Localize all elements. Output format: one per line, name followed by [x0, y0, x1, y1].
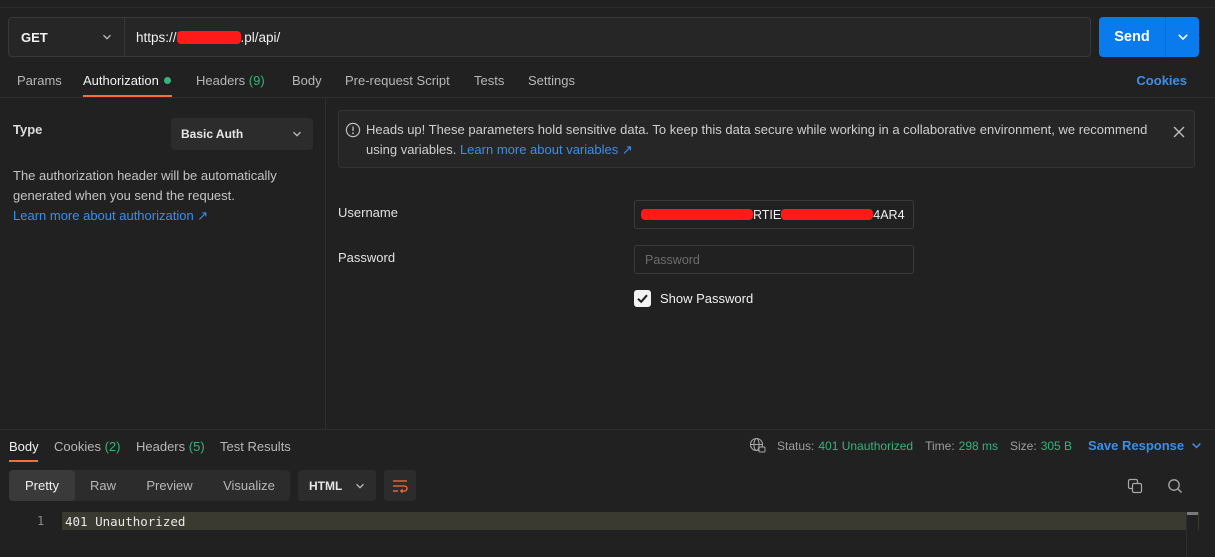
view-raw[interactable]: Raw [75, 470, 131, 501]
show-password-checkbox[interactable] [634, 290, 651, 307]
send-button-group: Send [1099, 17, 1199, 57]
view-pretty[interactable]: Pretty [9, 470, 75, 501]
info-icon [345, 122, 361, 138]
auth-description-text: The authorization header will be automat… [13, 168, 277, 203]
response-tab-body[interactable]: Body [9, 439, 39, 454]
view-preview[interactable]: Preview [131, 470, 208, 501]
cookies-link[interactable]: Cookies [1136, 73, 1187, 88]
cookies-count: (2) [104, 439, 121, 454]
checkmark-icon [637, 294, 648, 304]
line-text[interactable]: 401 Unauthorized [65, 514, 185, 529]
scrollbar-thumb[interactable] [1187, 512, 1198, 515]
auth-type-value: Basic Auth [181, 127, 244, 141]
auth-type-select[interactable]: Basic Auth [171, 118, 313, 150]
tab-headers[interactable]: Headers (9) [196, 73, 265, 88]
status-label: Status: [777, 438, 815, 453]
username-field[interactable]: RTIE 4AR4 [634, 200, 914, 229]
view-visualize[interactable]: Visualize [208, 470, 290, 501]
search-icon[interactable] [1167, 478, 1183, 494]
learn-more-variables-link[interactable]: Learn more about variables ↗ [460, 142, 633, 157]
tab-label: Authorization [83, 73, 159, 88]
line-highlight [62, 512, 1199, 530]
response-tab-cookies[interactable]: Cookies (2) [54, 439, 120, 454]
response-tab-test-results[interactable]: Test Results [220, 439, 291, 454]
headers-count: (9) [248, 73, 265, 88]
auth-description: The authorization header will be automat… [13, 166, 303, 226]
active-tab-indicator [9, 460, 38, 462]
response-view-switcher: Pretty Raw Preview Visualize [9, 470, 290, 501]
url-input[interactable]: https:// .pl/api/ [125, 18, 1090, 56]
save-response-label: Save Response [1088, 438, 1185, 453]
type-label: Type [13, 122, 43, 137]
show-password-row: Show Password [634, 290, 753, 307]
close-icon[interactable] [1172, 125, 1186, 139]
status-value[interactable]: 401 Unauthorized [818, 439, 913, 453]
tab-settings[interactable]: Settings [528, 73, 575, 88]
method-select[interactable]: GET [9, 18, 125, 56]
wrap-lines-button[interactable] [384, 470, 416, 501]
response-body-line: 1 401 Unauthorized [0, 512, 1199, 530]
size-label: Size: [1010, 438, 1037, 453]
save-response-button[interactable]: Save Response [1088, 438, 1202, 453]
response-tab-headers[interactable]: Headers (5) [136, 439, 205, 454]
method-label: GET [21, 29, 48, 45]
time-value[interactable]: 298 ms [959, 439, 998, 453]
format-select[interactable]: HTML [298, 470, 376, 501]
redaction-mark [781, 209, 874, 220]
username-tail: 4AR4 [873, 207, 905, 222]
url-suffix: .pl/api/ [240, 29, 281, 45]
tab-authorization[interactable]: Authorization [83, 73, 171, 88]
redaction-mark [176, 30, 241, 44]
wrap-lines-icon [393, 479, 408, 493]
redaction-mark [641, 209, 753, 220]
response-tabs: Body Cookies (2) Headers (5) Test Result… [0, 430, 1215, 462]
response-headers-count: (5) [188, 439, 205, 454]
tab-prerequest-script[interactable]: Pre-request Script [345, 73, 450, 88]
time-label: Time: [925, 438, 955, 453]
auth-type-panel: Type Basic Auth The authorization header… [0, 98, 326, 430]
chevron-down-icon [293, 131, 301, 137]
response-scrollbar[interactable] [1186, 512, 1198, 557]
top-strip [0, 0, 1215, 8]
username-visible-fragment: RTIE [753, 207, 782, 222]
send-options-button[interactable] [1166, 17, 1199, 57]
tab-label: Headers [196, 73, 246, 88]
chevron-down-icon [356, 483, 364, 489]
response-meta: Status: 401 Unauthorized Time: 298 ms Size… [749, 437, 1072, 454]
format-value: HTML [309, 478, 343, 493]
active-dot-icon [163, 77, 171, 84]
request-tabs: Params Authorization Headers (9) Body Pr… [0, 64, 1215, 98]
copy-icon[interactable] [1127, 478, 1143, 494]
url-prefix: https:// [136, 29, 177, 45]
chevron-down-icon [1192, 442, 1202, 449]
size-value[interactable]: 305 B [1041, 439, 1072, 453]
username-label: Username [338, 205, 398, 220]
show-password-label: Show Password [660, 291, 754, 306]
tab-params[interactable]: Params [17, 73, 62, 88]
active-tab-indicator [83, 95, 172, 97]
send-button[interactable]: Send [1099, 17, 1166, 57]
password-field[interactable]: Password [634, 245, 914, 274]
tab-label: Cookies [54, 439, 101, 454]
sensitive-data-notice: Heads up! These parameters hold sensitiv… [338, 110, 1195, 168]
learn-more-authorization-link[interactable]: Learn more about authorization ↗ [13, 208, 208, 223]
url-bar: GET https:// .pl/api/ [8, 17, 1091, 57]
globe-lock-icon[interactable] [749, 437, 766, 454]
tab-tests[interactable]: Tests [474, 73, 504, 88]
line-number: 1 [37, 514, 45, 528]
password-label: Password [338, 250, 396, 265]
notice-text: Heads up! These parameters hold sensitiv… [366, 120, 1166, 160]
chevron-down-icon [103, 34, 111, 40]
tab-label: Headers [136, 439, 186, 454]
tab-body[interactable]: Body [292, 73, 322, 88]
chevron-down-icon [1177, 34, 1188, 41]
